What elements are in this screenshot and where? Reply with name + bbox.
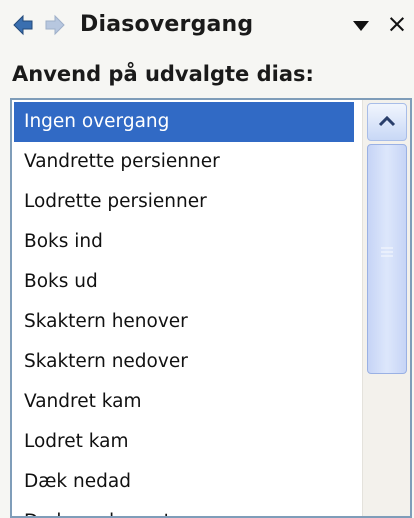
close-icon[interactable]: × bbox=[384, 9, 410, 39]
scroll-up-button[interactable] bbox=[367, 103, 407, 141]
transition-listbox[interactable]: Ingen overgang Vandrette persienner Lodr… bbox=[10, 98, 412, 518]
scroll-thumb[interactable] bbox=[367, 144, 407, 374]
pane-title: Diasovergang bbox=[80, 12, 254, 37]
list-item[interactable]: Ingen overgang bbox=[14, 102, 354, 142]
list-item[interactable]: Dæk nedad bbox=[14, 462, 354, 502]
vertical-scrollbar[interactable] bbox=[362, 100, 410, 516]
list-item[interactable]: Boks ud bbox=[14, 262, 354, 302]
list-item[interactable]: Dæk mod venstre bbox=[14, 502, 354, 516]
dropdown-triangle-icon[interactable] bbox=[350, 15, 372, 37]
chevron-up-icon bbox=[378, 115, 396, 127]
section-label: Anvend på udvalgte dias: bbox=[12, 62, 314, 86]
pane-header: Diasovergang × bbox=[0, 0, 414, 50]
grip-icon bbox=[381, 247, 393, 257]
list-item[interactable]: Lodret kam bbox=[14, 422, 354, 462]
list-item[interactable]: Vandrette persienner bbox=[14, 142, 354, 182]
list-item[interactable]: Skaktern henover bbox=[14, 302, 354, 342]
list-item[interactable]: Skaktern nedover bbox=[14, 342, 354, 382]
forward-arrow-icon[interactable] bbox=[44, 14, 66, 36]
list-item[interactable]: Boks ind bbox=[14, 222, 354, 262]
list-item[interactable]: Vandret kam bbox=[14, 382, 354, 422]
list-item[interactable]: Lodrette persienner bbox=[14, 182, 354, 222]
back-arrow-icon[interactable] bbox=[12, 14, 34, 36]
